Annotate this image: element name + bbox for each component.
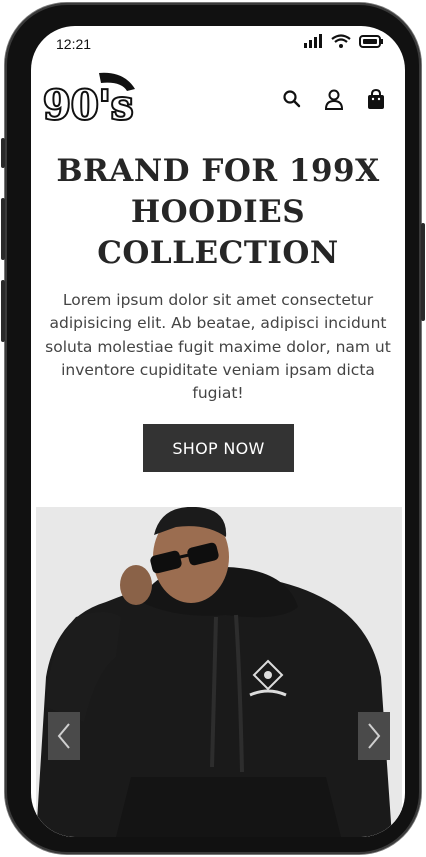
volume-down-button	[1, 280, 5, 342]
wifi-icon	[331, 34, 351, 48]
signal-icon	[304, 34, 322, 48]
status-bar: 12:21	[31, 26, 405, 62]
phone-frame: 12:21 90's 90's BRAND FOR 199X HOODIES C…	[1, 3, 425, 854]
power-button	[421, 223, 425, 321]
carousel-prev-button[interactable]	[48, 712, 80, 760]
hero-description: Lorem ipsum dolor sit amet consectetur a…	[45, 291, 391, 403]
hero-title-line: COLLECTION	[97, 235, 339, 271]
search-icon[interactable]	[281, 88, 303, 110]
hero-image	[36, 507, 402, 837]
header-actions	[281, 88, 387, 110]
carousel-next-button[interactable]	[358, 712, 390, 760]
hero-title-line: HOODIES	[130, 194, 306, 230]
svg-text:90's: 90's	[43, 82, 133, 127]
hero-title-line: BRAND FOR 199X	[56, 153, 380, 189]
volume-up-button	[1, 198, 5, 260]
battery-icon	[359, 34, 383, 48]
hero-carousel	[36, 507, 402, 837]
chevron-right-icon	[368, 723, 381, 749]
screen: 12:21 90's 90's BRAND FOR 199X HOODIES C…	[31, 26, 405, 837]
shopping-bag-icon[interactable]	[365, 88, 387, 110]
status-icons	[303, 34, 383, 48]
brand-logo[interactable]: 90's 90's	[39, 71, 139, 131]
hero-title: BRAND FOR 199X HOODIES COLLECTION	[31, 151, 405, 274]
shop-now-button[interactable]: SHOP NOW	[143, 424, 294, 472]
status-time: 12:21	[56, 36, 92, 52]
user-icon[interactable]	[323, 88, 345, 110]
chevron-left-icon	[57, 723, 70, 749]
mute-switch	[1, 138, 5, 168]
